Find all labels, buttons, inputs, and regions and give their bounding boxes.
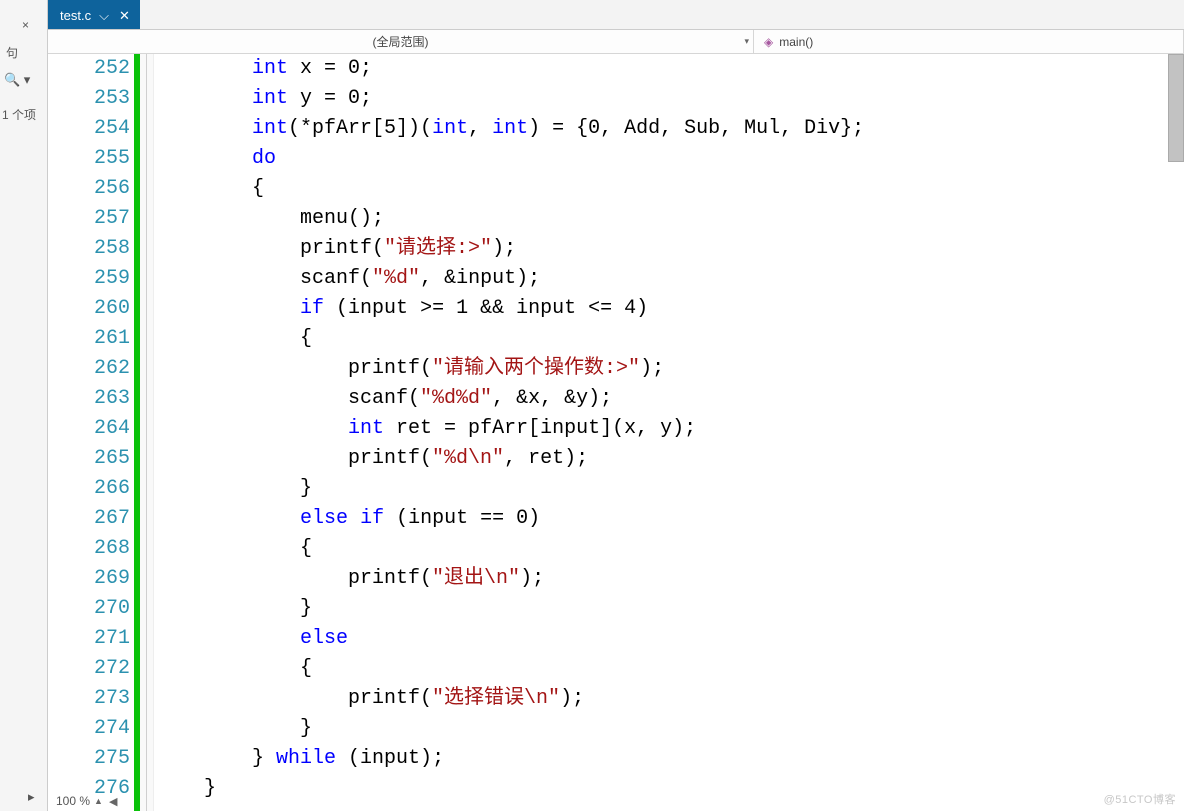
line-number: 255 bbox=[48, 144, 130, 174]
code-line[interactable]: { bbox=[156, 534, 1184, 564]
code-line[interactable]: } bbox=[156, 474, 1184, 504]
code-line[interactable]: printf("%d\n", ret); bbox=[156, 444, 1184, 474]
line-number: 258 bbox=[48, 234, 130, 264]
panel-label-fragment: 句 bbox=[6, 44, 18, 61]
line-number: 260 bbox=[48, 294, 130, 324]
tab-label: test.c bbox=[60, 8, 91, 23]
zoom-up-icon[interactable]: ▲ bbox=[94, 796, 103, 806]
watermark: @51CTO博客 bbox=[1104, 791, 1176, 807]
search-icon[interactable]: 🔍 ▾ bbox=[4, 72, 30, 88]
code-viewport[interactable]: 2522532542552562572582592602612622632642… bbox=[48, 54, 1184, 811]
code-line[interactable]: menu(); bbox=[156, 204, 1184, 234]
scope-dropdown-function[interactable]: ◈ main() bbox=[754, 30, 1184, 53]
line-number: 262 bbox=[48, 354, 130, 384]
close-icon[interactable]: × bbox=[22, 18, 29, 32]
code-line[interactable]: scanf("%d%d", &x, &y); bbox=[156, 384, 1184, 414]
line-number: 263 bbox=[48, 384, 130, 414]
line-number: 252 bbox=[48, 54, 130, 84]
scope-function-label: main() bbox=[779, 35, 813, 49]
pin-icon[interactable]: ⌵ bbox=[99, 9, 109, 22]
line-number: 273 bbox=[48, 684, 130, 714]
line-number: 270 bbox=[48, 594, 130, 624]
code-line[interactable]: if (input >= 1 && input <= 4) bbox=[156, 294, 1184, 324]
line-number: 264 bbox=[48, 414, 130, 444]
chevron-down-icon: ▾ bbox=[744, 36, 749, 47]
code-line[interactable]: } bbox=[156, 774, 1184, 804]
code-line[interactable]: printf("退出\n"); bbox=[156, 564, 1184, 594]
code-line[interactable]: int ret = pfArr[input](x, y); bbox=[156, 414, 1184, 444]
scope-bar: (全局范围) ▾ ◈ main() bbox=[48, 30, 1184, 54]
tab-bar: test.c ⌵ ✕ bbox=[48, 0, 1184, 30]
line-number: 268 bbox=[48, 534, 130, 564]
line-number: 274 bbox=[48, 714, 130, 744]
code-line[interactable]: scanf("%d", &input); bbox=[156, 264, 1184, 294]
code-line[interactable]: printf("请输入两个操作数:>"); bbox=[156, 354, 1184, 384]
code-line[interactable]: } bbox=[156, 714, 1184, 744]
scope-dropdown-global[interactable]: (全局范围) ▾ bbox=[48, 30, 754, 53]
scope-global-label: (全局范围) bbox=[373, 33, 429, 50]
outline-collapse-bar[interactable] bbox=[140, 54, 154, 811]
editor-area: test.c ⌵ ✕ (全局范围) ▾ ◈ main() 25225325425… bbox=[48, 0, 1184, 811]
code-line[interactable]: do bbox=[156, 144, 1184, 174]
project-count-fragment: 1 个项 bbox=[2, 106, 36, 123]
line-number-gutter: 2522532542552562572582592602612622632642… bbox=[48, 54, 134, 811]
status-bar: 100 % ▲ ◀ bbox=[48, 791, 117, 811]
code-line[interactable]: int y = 0; bbox=[156, 84, 1184, 114]
line-number: 253 bbox=[48, 84, 130, 114]
code-line[interactable]: } bbox=[156, 594, 1184, 624]
close-tab-icon[interactable]: ✕ bbox=[117, 7, 132, 24]
line-number: 257 bbox=[48, 204, 130, 234]
line-number: 267 bbox=[48, 504, 130, 534]
vertical-scrollbar[interactable] bbox=[1168, 54, 1184, 162]
line-number: 275 bbox=[48, 744, 130, 774]
code-line[interactable]: printf("选择错误\n"); bbox=[156, 684, 1184, 714]
line-number: 259 bbox=[48, 264, 130, 294]
code-line[interactable]: { bbox=[156, 324, 1184, 354]
line-number: 265 bbox=[48, 444, 130, 474]
line-number: 256 bbox=[48, 174, 130, 204]
code-text[interactable]: int x = 0; int y = 0; int(*pfArr[5])(int… bbox=[154, 54, 1184, 811]
line-number: 254 bbox=[48, 114, 130, 144]
expand-icon[interactable]: ▸ bbox=[28, 789, 35, 805]
line-number: 269 bbox=[48, 564, 130, 594]
line-number: 261 bbox=[48, 324, 130, 354]
code-line[interactable]: int x = 0; bbox=[156, 54, 1184, 84]
zoom-level[interactable]: 100 % bbox=[56, 794, 90, 808]
side-panel-fragment: × 句 🔍 ▾ 1 个项 ▸ bbox=[0, 0, 48, 811]
code-line[interactable]: { bbox=[156, 174, 1184, 204]
code-line[interactable]: else if (input == 0) bbox=[156, 504, 1184, 534]
code-line[interactable]: else bbox=[156, 624, 1184, 654]
line-number: 271 bbox=[48, 624, 130, 654]
function-icon: ◈ bbox=[764, 35, 773, 49]
tab-test-c[interactable]: test.c ⌵ ✕ bbox=[48, 0, 140, 29]
code-line[interactable]: int(*pfArr[5])(int, int) = {0, Add, Sub,… bbox=[156, 114, 1184, 144]
line-number: 272 bbox=[48, 654, 130, 684]
code-line[interactable]: { bbox=[156, 654, 1184, 684]
code-line[interactable]: } while (input); bbox=[156, 744, 1184, 774]
line-number: 266 bbox=[48, 474, 130, 504]
code-line[interactable]: printf("请选择:>"); bbox=[156, 234, 1184, 264]
horizontal-scroll-left-icon[interactable]: ◀ bbox=[109, 795, 117, 808]
